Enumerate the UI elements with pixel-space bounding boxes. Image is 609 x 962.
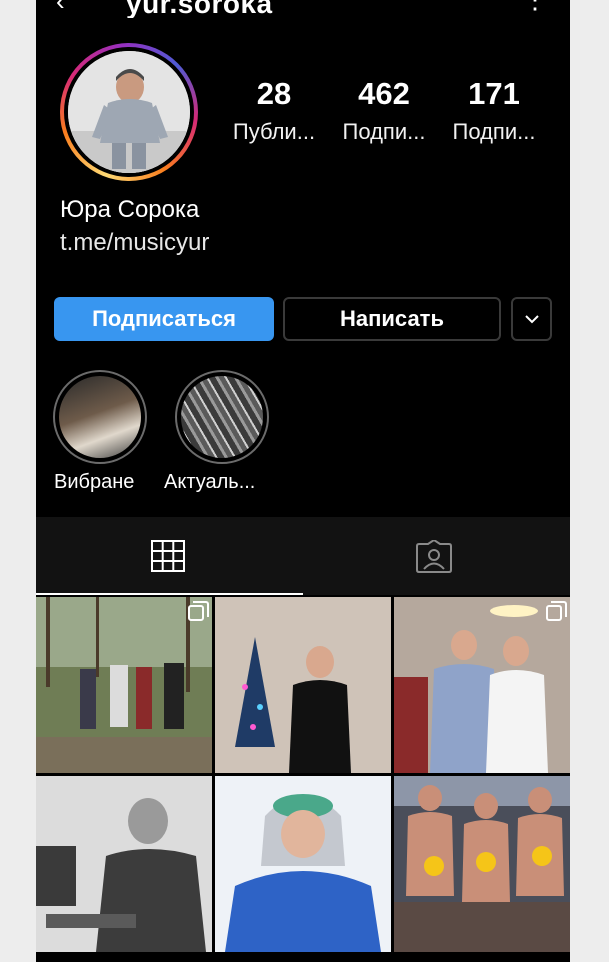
stat-following-count: 171 [468, 76, 520, 111]
profile-bio-link[interactable]: t.me/musicyur [60, 228, 209, 258]
stat-following-label: Подпи... [452, 119, 536, 144]
active-tab-indicator [36, 593, 303, 595]
highlight-1[interactable] [53, 370, 147, 464]
highlight-1-cover [59, 376, 141, 458]
post-thumbnail[interactable] [36, 776, 212, 952]
post-thumbnail[interactable] [215, 597, 391, 773]
stat-posts[interactable]: 28 Публи... [219, 74, 329, 150]
stat-posts-count: 28 [256, 76, 292, 111]
avatar [68, 51, 190, 173]
post-photo [215, 776, 391, 952]
suggestions-dropdown-button[interactable] [511, 297, 552, 341]
highlight-2[interactable] [175, 370, 269, 464]
multiple-photos-icon [188, 601, 209, 621]
post-thumbnail[interactable] [394, 597, 570, 773]
stat-followers-count: 462 [358, 76, 410, 111]
tagged-user-icon [416, 540, 452, 573]
back-arrow-icon[interactable]: ‹ [56, 0, 65, 17]
post-thumbnail[interactable] [36, 597, 212, 773]
follow-button[interactable]: Подписаться [54, 297, 274, 341]
stat-followers[interactable]: 462 Подпи... [329, 74, 439, 150]
avatar-photo [68, 51, 190, 173]
post-thumbnail[interactable] [215, 776, 391, 952]
message-button[interactable]: Написать [283, 297, 501, 341]
stat-following[interactable]: 171 Подпи... [439, 74, 549, 150]
profile-tabs [36, 517, 570, 595]
highlight-2-cover [181, 376, 263, 458]
profile-full-name: Юра Сорока [60, 196, 200, 223]
profile-username: yur.soroka [126, 0, 273, 18]
post-thumbnail[interactable] [394, 776, 570, 952]
more-vertical-icon[interactable]: ⋮ [522, 0, 548, 15]
profile-screen: ‹ yur.soroka ⋮ 28 Публи... 462 Подпи... [36, 0, 570, 962]
tab-grid[interactable] [36, 517, 303, 595]
highlight-2-label: Актуаль... [164, 471, 256, 493]
chevron-down-icon [524, 315, 539, 324]
grid-icon [151, 540, 185, 572]
post-photo [394, 776, 570, 952]
highlight-1-label: Вибране [54, 471, 135, 493]
stat-posts-label: Публи... [232, 119, 316, 144]
post-photo [215, 597, 391, 773]
multiple-photos-icon [546, 601, 567, 621]
post-photo [394, 597, 570, 773]
top-bar: ‹ yur.soroka ⋮ [36, 0, 570, 18]
tab-tagged[interactable] [303, 517, 570, 595]
stat-followers-label: Подпи... [342, 119, 426, 144]
post-photo [36, 776, 212, 952]
avatar-story-ring[interactable] [60, 43, 198, 181]
post-photo [36, 597, 212, 773]
